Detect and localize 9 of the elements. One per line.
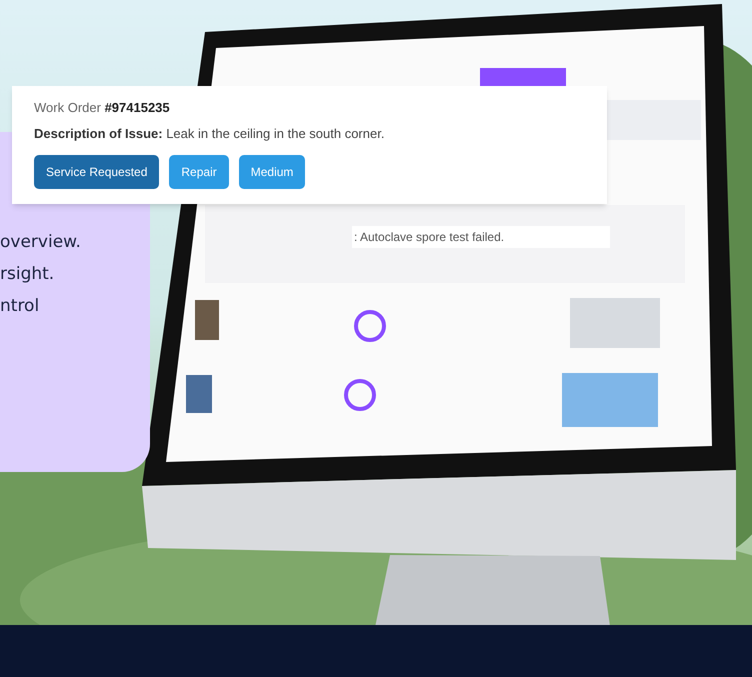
feature-text: ntrol (0, 295, 40, 318)
feature-text: rsight. (0, 263, 56, 286)
tag-button[interactable]: Medium (238, 155, 306, 189)
alert-text: : Autoclave spore test failed. (354, 229, 504, 246)
issue-description: Description of Issue: Leak in the ceiling in the south corner. (34, 124, 386, 143)
feature-text: overview. (0, 231, 82, 254)
tag-button[interactable]: Service Requested (34, 155, 160, 189)
tag-button[interactable]: Repair (169, 155, 229, 189)
work-order-title: Work Order #97415235 (34, 99, 171, 117)
